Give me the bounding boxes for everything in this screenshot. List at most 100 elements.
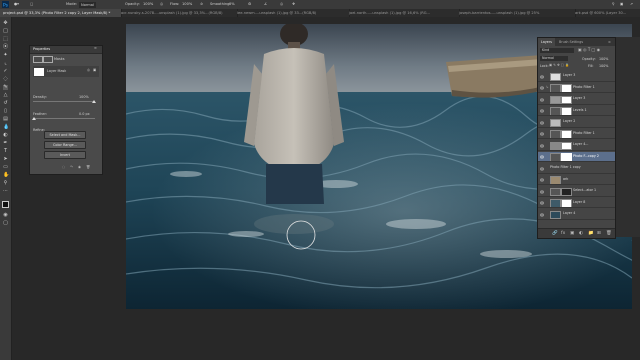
visibility-eye-icon[interactable] <box>539 85 545 90</box>
symmetry-icon[interactable]: ❖ <box>292 0 295 9</box>
add-mask-icon[interactable]: ▣ <box>93 68 96 72</box>
visibility-eye-icon[interactable] <box>539 200 545 205</box>
rectangle-tool-icon[interactable]: ▭ <box>3 165 8 170</box>
screen-mode-icon[interactable]: ▢ <box>3 221 8 226</box>
feather-slider[interactable] <box>33 118 95 119</box>
tab-layers[interactable]: Layers <box>538 38 555 46</box>
layer-row[interactable]: Photo Filter 1 copy <box>538 163 615 174</box>
toggle-mask-icon[interactable]: ◉ <box>78 165 81 169</box>
dodge-tool-icon[interactable]: ◐ <box>3 133 8 138</box>
mode-select[interactable]: Normal <box>79 1 97 8</box>
zoom-tool-icon[interactable]: ⚲ <box>3 181 8 186</box>
path-selection-tool-icon[interactable]: ➤ <box>3 157 8 162</box>
artboard-tool-icon[interactable]: □ <box>3 29 8 34</box>
brush-settings-icon[interactable]: ▢ <box>30 0 33 9</box>
foreground-color-swatch[interactable] <box>2 201 9 208</box>
filter-icons[interactable]: ▣ ◎ T □ ◉ <box>578 47 600 52</box>
gradient-tool-icon[interactable]: ▤ <box>3 117 8 122</box>
visibility-eye-icon[interactable] <box>539 189 545 193</box>
search-icon[interactable]: ⚲ <box>612 0 615 9</box>
group-icon[interactable]: 📁 <box>588 229 594 238</box>
move-tool-icon[interactable]: ✥ <box>3 21 8 26</box>
apply-mask-footer-icon[interactable]: ↷ <box>70 165 73 169</box>
eyedropper-tool-icon[interactable]: ✓ <box>3 69 8 74</box>
delete-mask-icon[interactable]: 🗑 <box>86 165 90 169</box>
smoothing-value[interactable]: 0% <box>229 0 235 9</box>
mask-row[interactable]: Layer Mask ◎ ▣ <box>33 66 99 77</box>
color-range-button[interactable]: Color Range... <box>44 141 86 149</box>
more-tools-icon[interactable]: ⋯ <box>3 189 8 194</box>
visibility-eye-icon[interactable] <box>539 97 545 101</box>
blend-mode-select[interactable]: Normal <box>540 56 568 61</box>
tab-joel-north[interactable]: joel-north-...-unsplash (1).jpg @ 16,6% … <box>346 9 460 17</box>
hand-tool-icon[interactable]: ✋ <box>3 173 9 178</box>
quick-mask-icon[interactable]: ◉ <box>3 213 8 218</box>
spot-healing-tool-icon[interactable]: ◌ <box>3 77 8 82</box>
smoothing-settings-icon[interactable]: ⚙ <box>248 0 251 9</box>
density-value[interactable]: 100% <box>79 95 89 99</box>
layer-opacity-value[interactable]: 100% <box>599 57 608 61</box>
marquee-tool-icon[interactable]: ⬚ <box>3 37 8 42</box>
tab-project[interactable]: project.psd @ 33,3% (Photo Filter 2 copy… <box>0 9 122 17</box>
crop-tool-icon[interactable]: ⌞ <box>3 61 8 66</box>
feather-slider-handle[interactable] <box>32 116 36 120</box>
tab-lee-newm[interactable]: lee-newm...-unsplash (1).jpg @ 33...(RGB… <box>234 9 350 17</box>
tab-ocr-nunsky[interactable]: ocr-nunsky-s-2078...-unsplash (1).jpg @ … <box>118 9 238 17</box>
layer-row[interactable]: Layer 4 <box>538 209 615 220</box>
airbrush-icon[interactable]: ✰ <box>200 0 203 9</box>
type-tool-icon[interactable]: T <box>3 149 8 154</box>
load-selection-icon[interactable]: ◌ <box>62 165 65 169</box>
filter-kind-select[interactable]: Kind <box>540 48 574 53</box>
density-slider[interactable] <box>33 101 95 102</box>
flow-value[interactable]: 100% <box>182 0 192 9</box>
workspace-icon[interactable]: ▣ <box>620 0 623 9</box>
layer-row[interactable]: Layer 2 <box>538 117 615 128</box>
layers-menu-icon[interactable]: ≡ <box>608 38 611 46</box>
pressure-size-icon[interactable]: ◎ <box>280 0 283 9</box>
angle-icon[interactable]: ∠ <box>264 0 267 9</box>
tab-brush-settings[interactable]: Brush Settings <box>556 38 586 46</box>
pressure-opacity-icon[interactable]: ◎ <box>160 0 163 9</box>
vector-mask-icon[interactable] <box>43 56 53 63</box>
tab-joseph-barrientos[interactable]: joseph-barrientos-...-unsplash (1).jpg @… <box>456 9 576 17</box>
pixel-mask-icon[interactable] <box>33 56 43 63</box>
lasso-tool-icon[interactable]: ⦿ <box>3 45 8 50</box>
visibility-eye-icon[interactable] <box>539 120 545 124</box>
layer-row[interactable]: Levels 1 <box>538 106 615 116</box>
brush-tool-icon[interactable]: ✎ <box>3 85 8 90</box>
fill-value[interactable]: 100% <box>599 64 608 68</box>
lock-icons[interactable]: ▣ ✎ ✥ □ 🔒 <box>549 63 569 67</box>
layer-row[interactable]: Layer 8 <box>538 198 615 208</box>
invert-button[interactable]: Invert <box>44 151 86 159</box>
visibility-eye-icon[interactable] <box>539 74 545 78</box>
blur-tool-icon[interactable]: 💧 <box>3 125 9 130</box>
fx-icon[interactable]: fx <box>561 229 565 238</box>
panel-menu-icon[interactable]: ≡ <box>94 46 97 50</box>
visibility-eye-icon[interactable] <box>539 166 545 170</box>
layer-row[interactable]: ark <box>538 175 615 185</box>
layer-row[interactable]: Photo Filter 1 <box>538 129 615 139</box>
layer-row[interactable]: Layer 3 <box>538 94 615 105</box>
select-and-mask-button[interactable]: Select and Mask... <box>44 131 86 139</box>
visibility-eye-icon[interactable] <box>539 131 545 136</box>
visibility-eye-icon[interactable] <box>539 108 545 113</box>
layer-row-selected[interactable]: Photo F...copy 2 <box>538 151 615 162</box>
add-mask-icon[interactable]: ▣ <box>570 229 574 238</box>
adjustment-layer-icon[interactable]: ◐ <box>579 229 583 238</box>
clone-stamp-tool-icon[interactable]: △ <box>3 93 8 98</box>
visibility-eye-icon[interactable] <box>539 143 545 147</box>
density-slider-handle[interactable] <box>92 99 96 103</box>
layer-row[interactable]: Layer 3 <box>538 71 615 82</box>
opacity-value[interactable]: 100% <box>143 0 153 9</box>
visibility-eye-icon[interactable] <box>539 212 545 216</box>
new-layer-icon[interactable]: ⊞ <box>597 229 601 238</box>
layer-row[interactable]: ↳ Photo Filter 1 <box>538 83 615 93</box>
visibility-eye-icon[interactable] <box>539 177 545 182</box>
eraser-tool-icon[interactable]: ▯ <box>3 109 8 114</box>
pen-tool-icon[interactable]: ✒ <box>3 141 8 146</box>
tab-ark[interactable]: ark.psd @ 600% (Layer 30... <box>572 9 640 17</box>
quick-select-tool-icon[interactable]: ✦ <box>3 53 8 58</box>
history-brush-tool-icon[interactable]: ↺ <box>3 101 8 106</box>
brush-preset-icon[interactable]: ●▾ <box>14 0 19 9</box>
feather-value[interactable]: 0.0 px <box>79 112 90 116</box>
